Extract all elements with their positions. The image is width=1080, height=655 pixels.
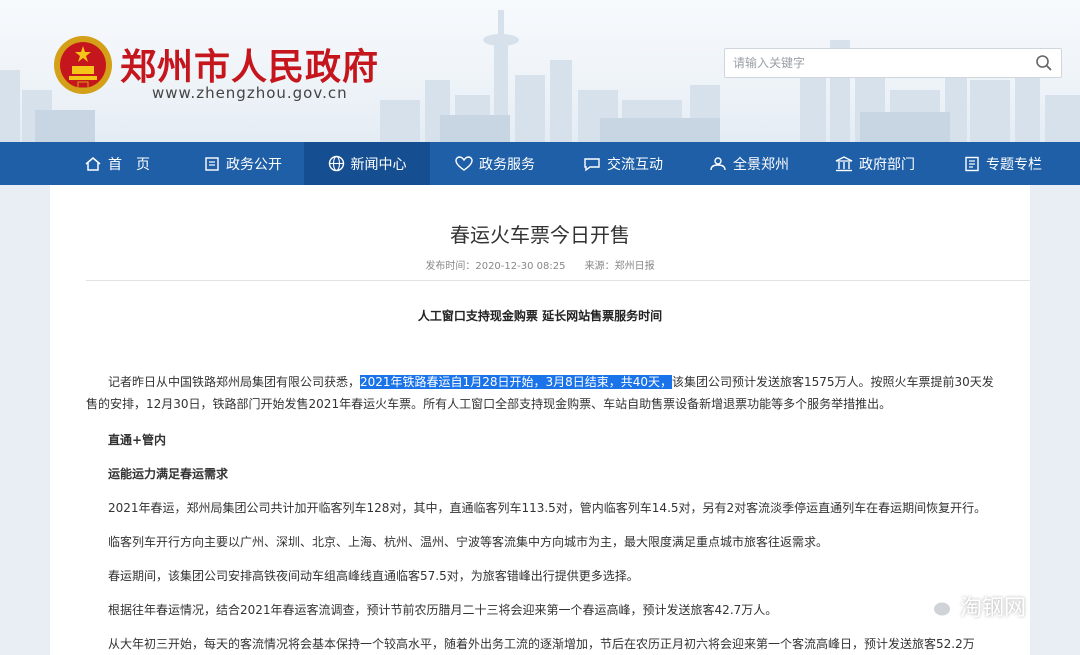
panorama-icon [710, 156, 726, 170]
building-icon [835, 155, 853, 171]
watermark: 淘钢网 [920, 590, 1026, 622]
national-emblem-icon [54, 36, 112, 94]
nav-item-label: 全景郑州 [733, 156, 789, 173]
nav-item-news-center[interactable]: 新闻中心 [304, 142, 430, 185]
wechat-icon [921, 594, 952, 618]
site-title[interactable]: 郑州市人民政府 [120, 38, 379, 90]
document-icon [205, 156, 219, 171]
paragraph-text: 记者昨日从中国铁路郑州局集团有限公司获悉， [108, 375, 361, 389]
article-container: 春运火车票今日开售 发布时间：2020-12-30 08:25 来源：郑州日报 … [50, 185, 1030, 655]
nav-item-interaction[interactable]: 交流互动 [568, 142, 678, 185]
article-meta: 发布时间：2020-12-30 08:25 来源：郑州日报 [50, 257, 1030, 272]
topics-icon [965, 156, 979, 171]
site-url: www.zhengzhou.gov.cn [152, 84, 348, 102]
selected-text-highlight[interactable]: 2021年铁路春运自1月28日开始，3月8日结束，共40天， [360, 375, 672, 389]
heart-icon [455, 155, 473, 171]
article-paragraph: 从大年初三开始，每天的客流情况将会基本保持一个较高水平，随着外出务工流的逐渐增加… [108, 637, 975, 651]
search-box [724, 48, 1062, 78]
section-heading: 运能运力满足春运需求 [108, 467, 229, 481]
globe-icon [328, 155, 344, 172]
main-nav: 首 页 政务公开 新闻中心 政务服务 交流互动 全景郑州 政府部门 专题专栏 [0, 142, 1080, 185]
nav-item-label: 政务公开 [226, 156, 282, 173]
nav-item-label: 专题专栏 [986, 156, 1042, 173]
article-paragraph: 临客列车开行方向主要以广州、深圳、北京、上海、杭州、温州、宁波等客流集中方向城市… [108, 535, 829, 549]
nav-item-departments[interactable]: 政府部门 [820, 142, 930, 185]
nav-item-label: 首 页 [108, 156, 150, 173]
section-heading: 直通+管内 [108, 433, 167, 447]
nav-item-label: 政府部门 [859, 156, 915, 173]
nav-item-panorama[interactable]: 全景郑州 [694, 142, 804, 185]
nav-item-gov-services[interactable]: 政务服务 [440, 142, 550, 185]
nav-item-home[interactable]: 首 页 [62, 142, 172, 185]
nav-item-label: 交流互动 [607, 156, 663, 173]
nav-item-label: 政务服务 [479, 156, 535, 173]
article-paragraph: 春运期间，该集团公司安排高铁夜间动车组高峰线直通临客57.5对，为旅客错峰出行提… [108, 569, 639, 583]
article-paragraph: 2021年春运，郑州局集团公司共计加开临客列车128对，其中，直通临客列车113… [108, 501, 987, 515]
home-icon [85, 156, 101, 171]
search-input[interactable] [725, 49, 1025, 77]
publish-time: 发布时间：2020-12-30 08:25 [425, 261, 566, 272]
watermark-text: 淘钢网 [960, 596, 1027, 621]
article-source: 来源：郑州日报 [584, 261, 655, 272]
nav-item-gov-affairs[interactable]: 政务公开 [188, 142, 298, 185]
article-paragraph: 记者昨日从中国铁路郑州局集团有限公司获悉，2021年铁路春运自1月28日开始，3… [86, 371, 994, 415]
title-divider [86, 280, 1030, 281]
search-icon[interactable] [1035, 54, 1053, 72]
nav-item-topics[interactable]: 专题专栏 [948, 142, 1058, 185]
article-subtitle: 人工窗口支持现金购票 延长网站售票服务时间 [417, 309, 663, 323]
article-paragraph: 根据往年春运情况，结合2021年春运客流调查，预计节前农历腊月二十三将会迎来第一… [108, 603, 778, 617]
nav-item-label: 新闻中心 [350, 156, 407, 173]
article-title: 春运火车票今日开售 [450, 223, 630, 247]
chat-icon [584, 157, 600, 171]
site-header: 郑州市人民政府 www.zhengzhou.gov.cn [0, 0, 1080, 142]
